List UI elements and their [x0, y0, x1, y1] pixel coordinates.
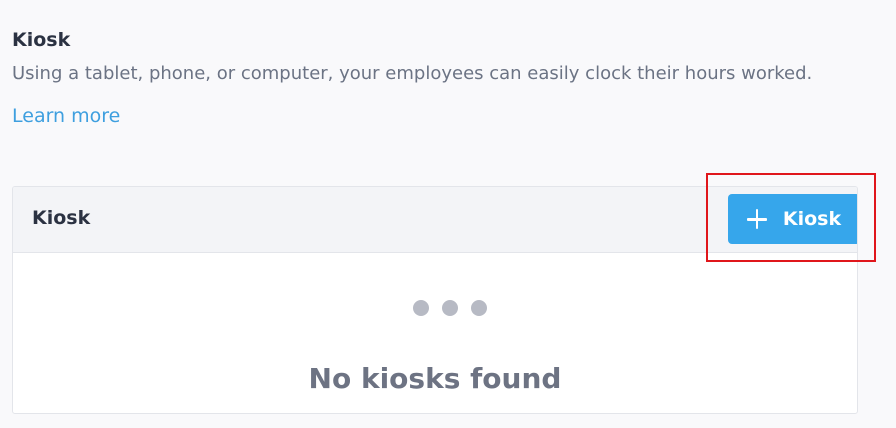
section-title: Kiosk	[12, 29, 71, 51]
kiosk-panel: Kiosk Kiosk No kiosks found	[12, 186, 858, 414]
loading-dot	[413, 300, 429, 316]
kiosk-panel-title: Kiosk	[32, 207, 91, 229]
empty-state-text: No kiosks found	[308, 362, 562, 395]
loading-dot	[442, 300, 458, 316]
section-description: Using a tablet, phone, or computer, your…	[12, 63, 813, 84]
kiosk-panel-header: Kiosk Kiosk	[13, 187, 857, 253]
plus-icon	[746, 209, 767, 229]
loading-dots-icon	[413, 300, 487, 316]
learn-more-link[interactable]: Learn more	[12, 105, 120, 127]
loading-dot	[471, 300, 487, 316]
add-kiosk-button-label: Kiosk	[782, 208, 842, 230]
add-kiosk-button[interactable]: Kiosk	[728, 194, 857, 244]
